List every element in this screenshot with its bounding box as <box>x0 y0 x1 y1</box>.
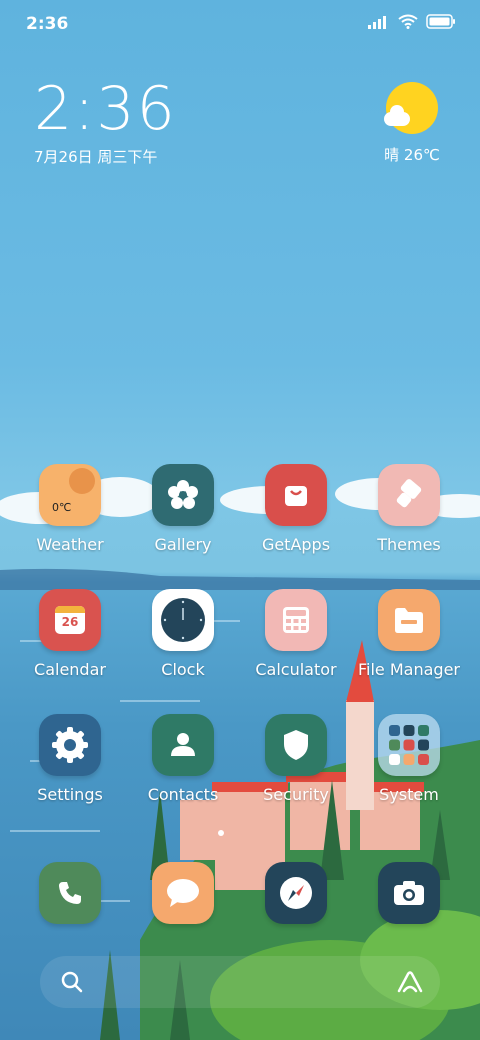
folder-system-icon <box>378 714 440 776</box>
status-bar: 2:36 <box>0 0 480 50</box>
signal-icon <box>368 15 386 29</box>
app-security[interactable]: Security <box>241 714 351 804</box>
bottom-search-bar[interactable] <box>40 956 440 1008</box>
app-label: Calculator <box>255 660 337 679</box>
app-gallery[interactable]: Gallery <box>128 464 238 554</box>
calendar-badge: 26 <box>61 615 79 629</box>
weather-widget[interactable]: 晴 26℃ <box>380 82 444 165</box>
security-icon <box>265 714 327 776</box>
settings-icon <box>39 714 101 776</box>
app-label: File Manager <box>358 660 460 679</box>
weather-text: 晴 26℃ <box>384 146 440 164</box>
widget-time: 2:36 <box>34 74 177 144</box>
status-time: 2:36 <box>26 14 69 34</box>
app-contacts[interactable]: Contacts <box>128 714 238 804</box>
page-indicator <box>218 830 224 836</box>
camera-icon <box>378 862 440 924</box>
app-getapps[interactable]: GetApps <box>241 464 351 554</box>
app-calendar[interactable]: 26 Calendar <box>15 589 125 679</box>
app-system-folder[interactable]: System <box>354 714 464 804</box>
dock-camera[interactable] <box>354 862 464 924</box>
dock-messages[interactable] <box>128 862 238 924</box>
clock-icon <box>152 589 214 651</box>
gallery-icon <box>152 464 214 526</box>
clock-widget[interactable]: 2:36 7月26日 周三下午 <box>34 76 177 167</box>
sunny-cloud-icon <box>384 82 438 134</box>
weather-badge: 0℃ <box>52 501 72 514</box>
app-weather[interactable]: 0℃ Weather <box>15 464 125 554</box>
app-label: GetApps <box>261 535 331 554</box>
app-label: Settings <box>37 785 103 804</box>
folder-icon <box>378 589 440 651</box>
search-icon[interactable] <box>54 964 90 1000</box>
weather-icon: 0℃ <box>39 464 101 526</box>
app-settings[interactable]: Settings <box>15 714 125 804</box>
app-file-manager[interactable]: File Manager <box>354 589 464 679</box>
assistant-icon[interactable] <box>392 964 428 1000</box>
app-themes[interactable]: Themes <box>354 464 464 554</box>
app-label: Clock <box>161 660 205 679</box>
dock-browser[interactable] <box>241 862 351 924</box>
app-label: Security <box>263 785 329 804</box>
calendar-icon: 26 <box>39 589 101 651</box>
app-label: System <box>379 785 439 804</box>
dock-phone[interactable] <box>15 862 125 924</box>
app-label: Contacts <box>147 785 219 804</box>
app-calculator[interactable]: Calculator <box>241 589 351 679</box>
wifi-icon <box>398 14 418 29</box>
battery-icon <box>426 14 455 29</box>
calculator-icon <box>265 589 327 651</box>
app-label: Weather <box>36 535 104 554</box>
phone-icon <box>39 862 101 924</box>
app-label: Gallery <box>154 535 212 554</box>
app-label: Calendar <box>34 660 106 679</box>
compass-icon <box>265 862 327 924</box>
app-clock[interactable]: Clock <box>128 589 238 679</box>
getapps-icon <box>265 464 327 526</box>
themes-icon <box>378 464 440 526</box>
contacts-icon <box>152 714 214 776</box>
status-icons <box>368 14 456 29</box>
home-screen: 2:36 2:36 7月26日 周三下午 晴 26℃ 0℃ Weather Ga… <box>0 0 480 1040</box>
widget-date: 7月26日 周三下午 <box>34 148 158 166</box>
app-label: Themes <box>377 535 441 554</box>
messages-icon <box>152 862 214 924</box>
